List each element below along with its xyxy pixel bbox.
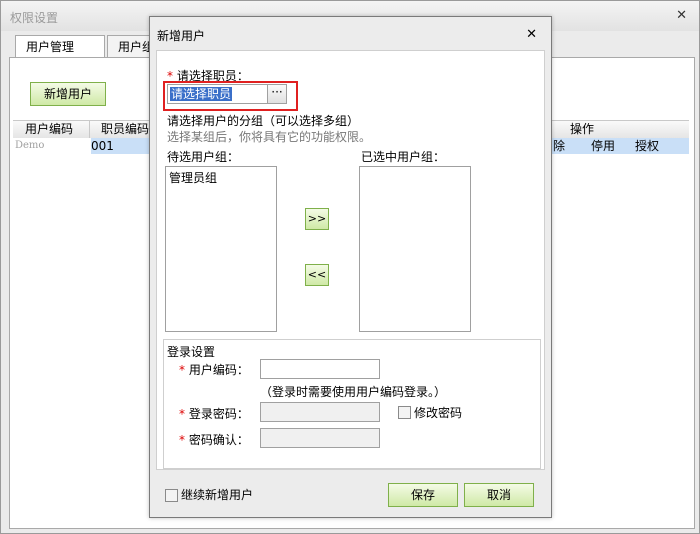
user-code-label: * 用户编码： [179, 363, 249, 377]
column-header-user-code: 用户编码 [25, 122, 74, 136]
login-settings-title: 登录设置 [167, 345, 216, 359]
tab-user-management[interactable]: 用户管理 [15, 35, 105, 58]
column-divider [89, 121, 90, 138]
available-groups-list[interactable]: 管理员组 [165, 166, 277, 332]
login-hint: （登录时需要使用用户编码登录。） [260, 385, 447, 399]
group-hint: 选择某组后，你将具有它的功能权限。 [167, 130, 372, 144]
password-input[interactable] [260, 402, 380, 422]
cell-employee-code: 001 [91, 139, 114, 153]
add-user-button[interactable]: 新增用户 [30, 82, 106, 106]
dialog-title: 新增用户 [157, 29, 206, 43]
cancel-button[interactable]: 取消 [464, 483, 534, 507]
employee-picker[interactable]: 请选择职员 ··· [167, 84, 287, 104]
selected-groups-list[interactable] [359, 166, 471, 332]
cell-user-code: Demo [13, 138, 91, 154]
dialog-body: * 请选择职员： 请选择职员 ··· 请选择用户的分组（可以选择多组） 选择某组… [156, 50, 545, 470]
login-settings-group: 登录设置 * 用户编码： （登录时需要使用用户编码登录。） * 登录密码： 修改… [163, 339, 541, 469]
move-left-button[interactable]: << [305, 264, 329, 286]
window-title: 权限设置 [10, 11, 59, 25]
continue-adding-checkbox[interactable] [165, 489, 178, 502]
user-code-input[interactable] [260, 359, 380, 379]
employee-picker-value[interactable]: 请选择职员 [170, 87, 233, 101]
modify-password-checkbox[interactable] [398, 406, 411, 419]
action-disable-link[interactable]: 停用 [591, 138, 615, 154]
add-user-dialog: 新增用户 ✕ * 请选择职员： 请选择职员 ··· 请选择用户的分组（可以选择多… [149, 16, 552, 518]
action-authorize-link[interactable]: 授权 [635, 138, 659, 154]
group-heading: 请选择用户的分组（可以选择多组） [167, 114, 360, 128]
selected-groups-label: 已选中用户组： [361, 150, 446, 164]
save-button[interactable]: 保存 [388, 483, 458, 507]
dialog-titlebar: 新增用户 ✕ [150, 17, 551, 49]
close-icon[interactable]: ✕ [676, 8, 687, 23]
continue-adding-label: 继续新增用户 [181, 488, 254, 502]
modify-password-label: 修改密码 [414, 406, 463, 420]
ellipsis-icon[interactable]: ··· [267, 85, 286, 103]
column-header-actions: 操作 [570, 122, 595, 136]
column-header-employee-code: 职员编码 [101, 122, 150, 136]
confirm-password-input[interactable] [260, 428, 380, 448]
move-right-button[interactable]: >> [305, 208, 329, 230]
confirm-password-label: * 密码确认： [179, 433, 249, 447]
action-delete-link[interactable]: 除 [553, 138, 565, 154]
available-groups-label: 待选用户组： [167, 150, 240, 164]
dialog-close-icon[interactable]: ✕ [526, 27, 537, 42]
password-label: * 登录密码： [179, 407, 249, 421]
list-item[interactable]: 管理员组 [169, 169, 217, 186]
